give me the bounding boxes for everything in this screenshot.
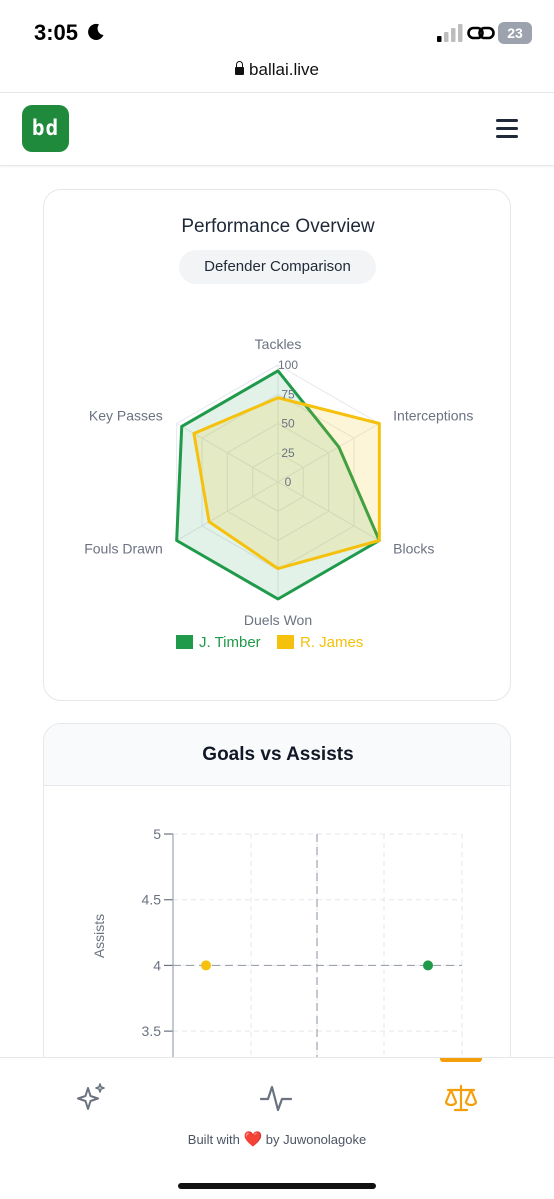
radar-axis-label: Key Passes [89, 408, 163, 424]
scatter-point [423, 960, 433, 971]
radar-axis-label: Fouls Drawn [84, 541, 163, 557]
credit-suffix: by Juwonolagoke [265, 1132, 367, 1147]
performance-overview-card: 0 25 50 75 100 Tackles Interceptions Blocks Duel… [43, 189, 511, 701]
radar-axis-label: Duels Won [244, 612, 312, 628]
status-bar: 3:05 23 [0, 0, 554, 62]
activity-pulse-icon[interactable] [258, 1080, 294, 1116]
scale-compare-icon[interactable] [443, 1080, 479, 1116]
footer-credit: Built with ❤️ by Juwonolagoke [0, 1130, 554, 1148]
page: 3:05 23 ballai.live bd 0 25 50 75 100 Tackles… [0, 0, 554, 1199]
scatter-point [201, 960, 211, 971]
radar-axis-label: Blocks [393, 541, 434, 557]
hamburger-menu-icon[interactable] [496, 119, 520, 139]
y-tick-label: 3.5 [142, 1023, 162, 1039]
radar-axis-label: Interceptions [393, 408, 473, 424]
y-axis-label: Assists [91, 914, 107, 958]
battery-indicator: 23 [498, 22, 532, 44]
legend-swatch [277, 635, 294, 649]
heart-icon: ❤️ [243, 1131, 263, 1148]
active-tab-indicator [440, 1058, 482, 1062]
moon-icon [88, 23, 104, 40]
url-bar[interactable]: ballai.live [0, 60, 554, 92]
sparkles-icon[interactable] [74, 1080, 110, 1116]
app-header: bd [0, 93, 554, 166]
comparison-badge: Defender Comparison [179, 250, 376, 284]
personal-hotspot-icon [467, 26, 495, 40]
status-time: 3:05 [34, 20, 79, 45]
home-indicator [178, 1183, 376, 1189]
lock-icon [235, 61, 245, 75]
card-title: Performance Overview [181, 216, 375, 237]
radar-tick-label: 75 [281, 387, 295, 401]
radar-tick-label: 100 [278, 358, 298, 372]
radar-tick-label: 0 [285, 475, 292, 489]
url-domain: ballai.live [249, 60, 319, 79]
y-tick-label: 5 [153, 826, 161, 842]
app-logo[interactable]: bd [22, 105, 69, 152]
legend-swatch [176, 635, 193, 649]
credit-prefix: Built with [187, 1132, 240, 1147]
legend-label: J. Timber [199, 634, 261, 651]
bottom-navigation: Built with ❤️ by Juwonolagoke [0, 1057, 554, 1199]
signal-icon [437, 24, 463, 42]
legend-label: R. James [300, 634, 363, 651]
radar-axis-label: Tackles [255, 336, 302, 352]
y-tick-label: 4.5 [142, 892, 162, 908]
radar-tick-label: 25 [281, 446, 295, 460]
y-tick-label: 4 [153, 957, 161, 973]
radar-tick-label: 50 [281, 417, 295, 431]
